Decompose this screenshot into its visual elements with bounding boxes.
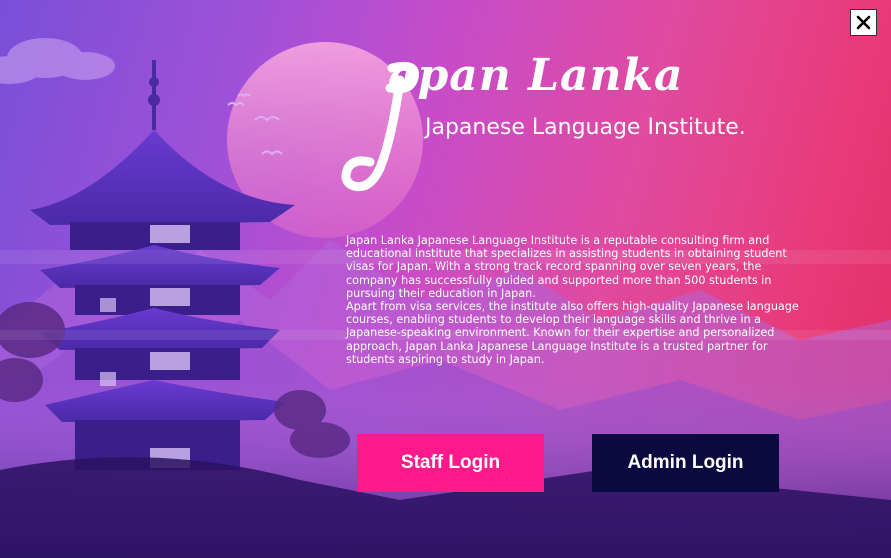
admin-login-button[interactable]: Admin Login: [592, 434, 779, 492]
brand-title: apan Lanka: [388, 50, 684, 101]
cloud-shape: [0, 38, 115, 84]
about-text: Japan Lanka Japanese Language Institute …: [346, 234, 816, 366]
login-window: apan Lanka Japanese Language Institute. …: [0, 0, 891, 558]
brand-subtitle: Japanese Language Institute.: [425, 115, 746, 140]
close-icon: [856, 15, 871, 30]
about-paragraph-2: Apart from visa services, the institute …: [346, 300, 799, 366]
close-button[interactable]: [850, 9, 877, 36]
staff-login-button[interactable]: Staff Login: [357, 434, 544, 492]
about-paragraph-1: Japan Lanka Japanese Language Institute …: [346, 234, 787, 300]
